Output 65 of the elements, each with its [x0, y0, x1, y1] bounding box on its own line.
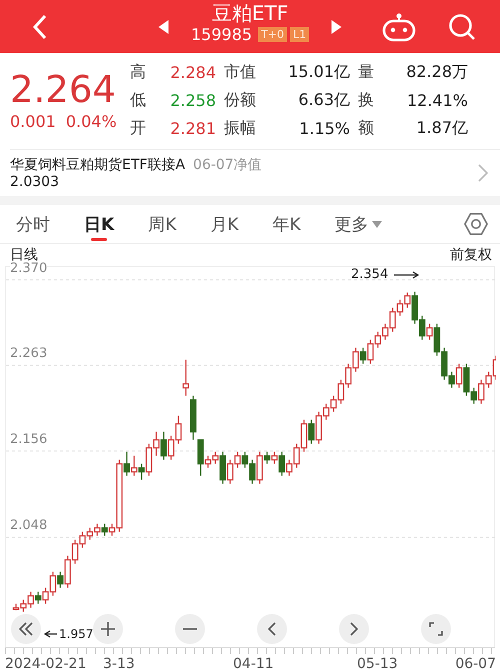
- chevron-right-icon: [350, 622, 358, 636]
- quote-label: 市值: [224, 62, 257, 82]
- arrow-icon: [43, 630, 57, 638]
- chevron-right-icon: [478, 164, 488, 182]
- nav-value: 2.0303: [10, 174, 60, 190]
- chart-tab[interactable]: 年K: [272, 205, 301, 243]
- scroll-left-button[interactable]: [257, 614, 287, 644]
- quote-value: 1.87亿: [415, 118, 468, 138]
- date-axis-label: 3-13: [103, 656, 136, 671]
- fund-name: 华夏饲料豆粕期货ETF联接A: [10, 156, 186, 174]
- date-axis-label: 04-11: [233, 656, 275, 671]
- percent-change: 0.04%: [66, 112, 117, 131]
- quote-value: 1.15%: [298, 118, 350, 138]
- search-icon[interactable]: [448, 12, 476, 40]
- plus-icon: [101, 622, 115, 636]
- date-axis-label: 2024-02-21: [5, 656, 88, 671]
- previous-icon[interactable]: [158, 20, 169, 34]
- date-axis-label: 06-07: [455, 656, 496, 671]
- minus-icon: [183, 628, 197, 630]
- price-change: 0.001: [10, 112, 56, 131]
- current-price: 2.264: [10, 68, 117, 112]
- quote-label: 份额: [224, 90, 257, 110]
- settings-icon[interactable]: [464, 212, 488, 236]
- scroll-right-button[interactable]: [339, 614, 369, 644]
- back-icon[interactable]: [32, 12, 48, 40]
- quote-value: 6.63亿: [297, 90, 350, 110]
- fullscreen-button[interactable]: [421, 614, 451, 644]
- rewind-button[interactable]: [11, 614, 41, 644]
- quote-value: 12.41%: [406, 90, 468, 110]
- quote-label: 额: [358, 118, 375, 138]
- zoom-out-button[interactable]: [175, 614, 205, 644]
- fullscreen-icon: [429, 622, 443, 636]
- quote-label: 换: [358, 90, 375, 110]
- stock-code: 159985: [191, 25, 252, 44]
- badge: T+0: [258, 27, 288, 42]
- chart-tab[interactable]: 月K: [210, 205, 238, 243]
- period-label: 日线: [10, 246, 38, 263]
- quote-label: 量: [358, 62, 375, 82]
- min-price-label: 1.957: [59, 627, 94, 641]
- chart-tab[interactable]: 分时: [16, 205, 50, 243]
- quote-label: 低: [130, 90, 147, 110]
- stock-title: 豆粕ETF: [212, 1, 288, 25]
- nav-date: 06-07净值: [193, 156, 262, 174]
- double-chevron-left-icon: [19, 622, 33, 636]
- chart-tab[interactable]: 日K: [84, 205, 114, 243]
- quote-value: 2.258: [169, 90, 216, 110]
- quote-label: 高: [130, 62, 147, 82]
- adjust-label[interactable]: 前复权: [450, 246, 492, 266]
- max-price-label: 2.354: [351, 267, 388, 282]
- badge: L1: [290, 27, 310, 42]
- date-axis-label: 05-13: [357, 656, 399, 671]
- quote-value: 2.284: [169, 62, 216, 82]
- quote-value: 15.01亿: [287, 62, 350, 82]
- arrow-icon: [394, 270, 420, 278]
- next-icon[interactable]: [331, 20, 342, 34]
- chevron-left-icon: [268, 622, 276, 636]
- quote-label: 振幅: [224, 118, 257, 138]
- quote-label: 开: [130, 118, 147, 138]
- quote-value: 82.28万: [405, 62, 468, 82]
- caret-icon: [372, 220, 382, 228]
- chart-tab[interactable]: 更多: [334, 205, 382, 243]
- chart-tab[interactable]: 周K: [148, 205, 176, 243]
- quote-value: 2.281: [169, 118, 216, 138]
- zoom-in-button[interactable]: [93, 614, 123, 644]
- robot-icon[interactable]: [382, 12, 416, 42]
